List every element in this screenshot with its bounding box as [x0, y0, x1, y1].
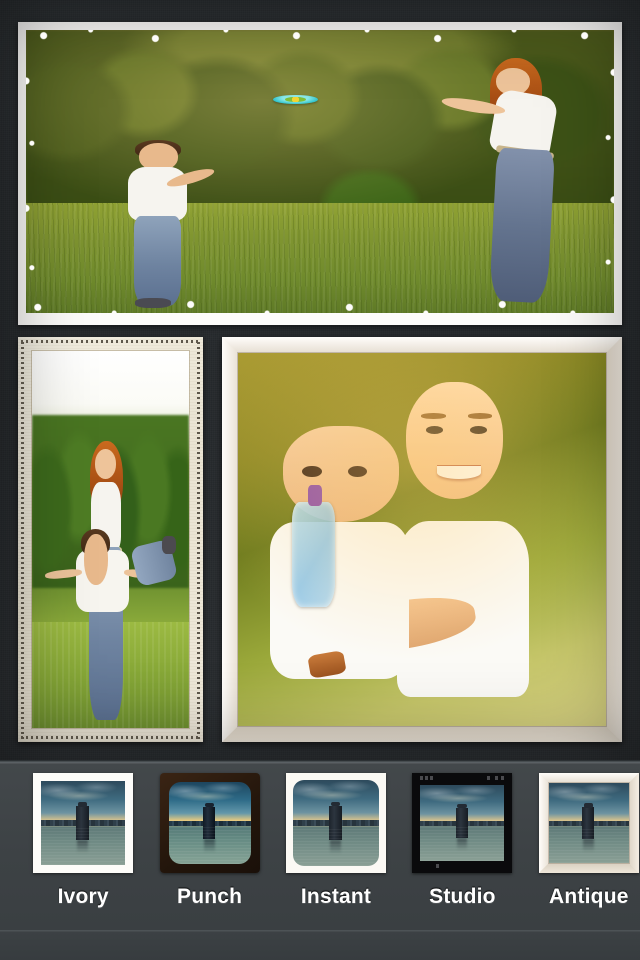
app-root: Ivory Punch Instant Studio Antique [0, 0, 640, 960]
frame-studio-icon[interactable] [412, 773, 513, 873]
scene-park-frisbee [26, 30, 614, 313]
figure-boy-left [114, 139, 217, 308]
scene-hug-bottle [238, 353, 606, 726]
frame-punch-icon[interactable] [159, 773, 260, 873]
scene-piggyback [32, 351, 189, 728]
filter-item-ivory[interactable]: Ivory [32, 773, 134, 909]
filter-bar: Ivory Punch Instant Studio Antique [0, 762, 640, 930]
thumb-scene-pier [293, 780, 380, 866]
frame-instant-icon[interactable] [286, 773, 387, 873]
filter-label-antique: Antique [549, 885, 629, 908]
frame-ivory-icon[interactable] [33, 773, 134, 873]
filter-label-studio: Studio [429, 885, 496, 908]
filter-item-antique[interactable]: Antique [538, 773, 640, 909]
filter-item-studio[interactable]: Studio [411, 773, 513, 909]
photo-left-image [32, 351, 189, 728]
photo-cell-left[interactable] [18, 337, 203, 742]
filter-label-punch: Punch [177, 885, 243, 908]
filter-item-instant[interactable]: Instant [285, 773, 387, 909]
filter-label-instant: Instant [300, 885, 372, 908]
figure-boy-piggyback [44, 528, 179, 630]
filter-item-punch[interactable]: Punch [158, 773, 260, 909]
photo-cell-right[interactable] [222, 337, 622, 742]
bottom-toolbar[interactable] [0, 930, 640, 960]
collage-canvas[interactable] [0, 0, 640, 762]
thumb-scene-pier [548, 783, 629, 863]
filter-strip[interactable]: Ivory Punch Instant Studio Antique [0, 763, 640, 908]
thumb-scene-pier [420, 785, 505, 861]
filter-label-ivory: Ivory [57, 885, 109, 908]
frame-antique-icon[interactable] [538, 773, 639, 873]
warm-tone-overlay [238, 353, 606, 726]
thumb-scene-pier [41, 781, 126, 865]
thumb-scene-pier [168, 782, 251, 864]
figure-woman-right [426, 58, 579, 304]
photo-cell-top[interactable] [18, 22, 622, 325]
photo-top-image [26, 30, 614, 313]
photo-right-image [238, 353, 606, 726]
